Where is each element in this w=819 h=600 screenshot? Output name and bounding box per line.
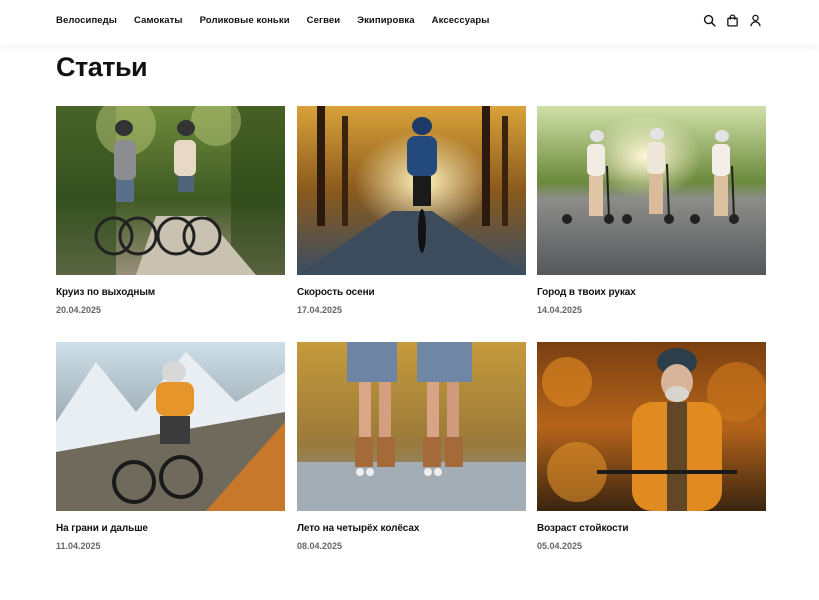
article-title[interactable]: Город в твоих руках	[537, 287, 766, 298]
main-nav: Велосипеды Самокаты Роликовые коньки Сег…	[56, 15, 507, 26]
article-date: 08.04.2025	[297, 541, 343, 551]
article-card[interactable]: Лето на четырёх колёсах 08.04.2025	[297, 342, 526, 551]
article-card[interactable]: Возраст стойкости 05.04.2025	[537, 342, 766, 551]
article-card[interactable]: Город в твоих руках 14.04.2025	[537, 106, 766, 315]
mountain-biker-photo[interactable]	[56, 342, 285, 511]
header-actions	[703, 14, 762, 27]
nav-item-bicycles[interactable]: Велосипеды	[56, 15, 117, 26]
article-title[interactable]: Круиз по выходным	[56, 287, 285, 298]
nav-item-roller-skates[interactable]: Роликовые коньки	[200, 15, 290, 26]
nav-item-scooters[interactable]: Самокаты	[134, 15, 183, 26]
roller-skates-legs-photo[interactable]	[297, 342, 526, 511]
article-date: 11.04.2025	[56, 541, 101, 551]
article-title[interactable]: Скорость осени	[297, 287, 526, 298]
site-header: Велосипеды Самокаты Роликовые коньки Сег…	[0, 0, 819, 45]
article-title[interactable]: На грани и дальше	[56, 523, 285, 534]
couple-cycling-forest-photo[interactable]	[56, 106, 285, 275]
cyclist-autumn-road-photo[interactable]	[297, 106, 526, 275]
article-date: 05.04.2025	[537, 541, 583, 551]
scooter-riders-sunset-photo[interactable]	[537, 106, 766, 275]
article-title[interactable]: Возраст стойкости	[537, 523, 766, 534]
article-card[interactable]: На грани и дальше 11.04.2025	[56, 342, 285, 551]
article-card[interactable]: Круиз по выходным 20.04.2025	[56, 106, 285, 315]
article-title[interactable]: Лето на четырёх колёсах	[297, 523, 526, 534]
article-date: 20.04.2025	[56, 305, 102, 315]
nav-item-accessories[interactable]: Аксессуары	[432, 15, 490, 26]
nav-item-equipment[interactable]: Экипировка	[357, 15, 414, 26]
article-date: 17.04.2025	[297, 305, 343, 315]
page-title: Статьи	[56, 52, 148, 82]
nav-item-segways[interactable]: Сегвеи	[307, 15, 341, 26]
user-icon[interactable]	[749, 14, 762, 27]
search-icon[interactable]	[703, 14, 716, 27]
bag-icon[interactable]	[726, 14, 739, 27]
article-card[interactable]: Скорость осени 17.04.2025	[297, 106, 526, 315]
senior-cyclist-autumn-photo[interactable]	[537, 342, 766, 511]
article-date: 14.04.2025	[537, 305, 583, 315]
